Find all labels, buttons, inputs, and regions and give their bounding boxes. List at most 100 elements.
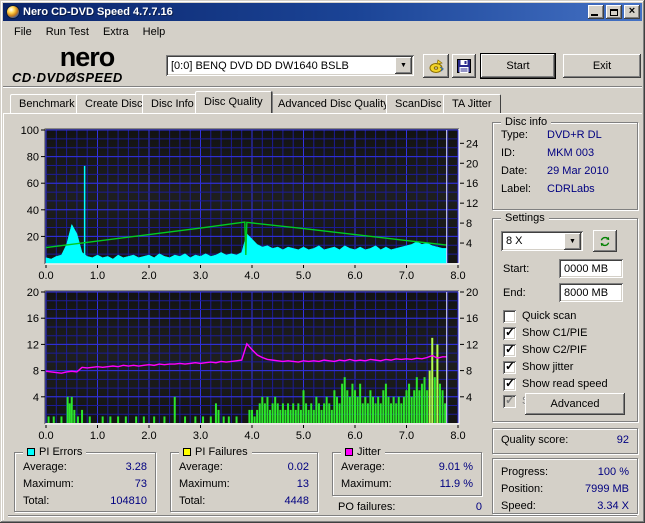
- save-button[interactable]: [452, 54, 476, 78]
- menu-run-test[interactable]: Run Test: [39, 24, 96, 40]
- checkbox-show-c1-pie[interactable]: Show C1/PIE: [503, 325, 587, 340]
- scan-speed-arrow[interactable]: ▼: [564, 232, 581, 250]
- svg-text:4: 4: [466, 238, 472, 250]
- title-bar: Nero CD-DVD Speed 4.7.7.16 ×: [3, 3, 642, 21]
- disc-info-group: Disc info Type: DVD+R DL ID: MKM 003 Date:…: [492, 116, 638, 210]
- po-failures-row: PO failures: 0: [338, 501, 482, 513]
- settings-title: Settings: [505, 212, 545, 224]
- pi-errors-title: PI Errors: [39, 446, 83, 458]
- svg-text:20: 20: [27, 287, 39, 299]
- checkbox-icon: [503, 359, 516, 374]
- svg-text:8: 8: [466, 218, 472, 230]
- refresh-icon: [600, 236, 610, 246]
- disc-info-row: Date: 29 Mar 2010: [501, 165, 609, 177]
- disc-info-title: Disc info: [505, 116, 548, 128]
- tab-disc-quality[interactable]: Disc Quality: [195, 91, 272, 113]
- svg-text:2.0: 2.0: [141, 270, 156, 281]
- menu-help[interactable]: Help: [136, 24, 173, 40]
- svg-text:80: 80: [27, 152, 39, 164]
- svg-text:0.0: 0.0: [38, 430, 53, 441]
- bottom-separator: [8, 515, 637, 517]
- checkbox-quick-scan[interactable]: Quick scan: [503, 309, 576, 323]
- maximize-icon: [610, 8, 618, 16]
- tab-benchmark[interactable]: Benchmark: [10, 94, 84, 113]
- svg-text:24: 24: [466, 138, 478, 150]
- tab-strip: Benchmark Create Disc Disc Info Disc Qua…: [8, 91, 642, 113]
- exit-button[interactable]: Exit: [563, 54, 641, 78]
- eject-disc-button[interactable]: [423, 54, 449, 78]
- svg-text:8.0: 8.0: [450, 430, 465, 441]
- svg-text:0.0: 0.0: [38, 270, 53, 281]
- disc-info-row: ID: MKM 003: [501, 147, 595, 159]
- checkbox-icon: [503, 309, 516, 323]
- checkbox-icon: [503, 376, 516, 391]
- disc-info-row: Type: DVD+R DL: [501, 129, 602, 141]
- drive-select-value: [0:0] BENQ DVD DD DW1640 BSLB: [171, 59, 349, 72]
- svg-text:5.0: 5.0: [296, 270, 311, 281]
- progress-row: Position: 7999 MB: [501, 483, 629, 495]
- svg-text:2.0: 2.0: [141, 430, 156, 441]
- svg-text:1.0: 1.0: [90, 270, 105, 281]
- stat-row: Average: 0.02: [179, 461, 309, 473]
- window-title: Nero CD-DVD Speed 4.7.7.16: [23, 6, 173, 18]
- stat-row: Total: 4448: [179, 495, 309, 507]
- tab-create-disc[interactable]: Create Disc: [76, 94, 152, 113]
- stat-row: Maximum: 13: [179, 478, 309, 490]
- svg-text:20: 20: [466, 158, 478, 170]
- disc-info-row: Label: CDRLabs: [501, 183, 595, 195]
- quality-score-value: 92: [616, 434, 629, 446]
- pi-errors-group: PI Errors Average: 3.28 Maximum: 73 Total:…: [14, 446, 156, 512]
- end-field[interactable]: 8000 MB: [559, 283, 623, 302]
- pi-failures-legend-swatch: [183, 448, 191, 456]
- minimize-button[interactable]: [588, 5, 604, 19]
- svg-text:20: 20: [27, 231, 39, 243]
- scan-speed-select[interactable]: 8 X ▼: [501, 231, 583, 251]
- jitter-title: Jitter: [357, 446, 381, 458]
- svg-text:4: 4: [466, 392, 472, 404]
- settings-group: Settings 8 X ▼ Start: 0000 MB End: 8000 …: [492, 212, 638, 422]
- pi-failures-group: PI Failures Average: 0.02 Maximum: 13 Tota…: [170, 446, 318, 512]
- refresh-button[interactable]: [593, 230, 617, 252]
- app-window: Nero CD-DVD Speed 4.7.7.16 × File Run Te…: [0, 0, 645, 523]
- checkbox-icon: [503, 393, 516, 408]
- svg-text:6.0: 6.0: [347, 270, 362, 281]
- stat-row: Maximum: 73: [23, 478, 147, 490]
- svg-text:16: 16: [27, 313, 39, 325]
- svg-text:12: 12: [466, 339, 478, 351]
- checkbox-show-jitter[interactable]: Show jitter: [503, 359, 573, 374]
- menu-extra[interactable]: Extra: [96, 24, 136, 40]
- stat-row: Total: 104810: [23, 495, 147, 507]
- menu-file[interactable]: File: [7, 24, 39, 40]
- svg-text:4.0: 4.0: [244, 430, 259, 441]
- pi-failures-title: PI Failures: [195, 446, 248, 458]
- progress-panel: Progress: 100 % Position: 7999 MB Speed: 3.…: [492, 458, 638, 514]
- advanced-button[interactable]: Advanced: [525, 393, 625, 415]
- quality-score-panel: Quality score: 92: [492, 428, 638, 454]
- stat-row: Average: 9.01 %: [341, 461, 473, 473]
- drive-select-arrow[interactable]: ▼: [395, 57, 412, 74]
- svg-text:3.0: 3.0: [193, 270, 208, 281]
- chevron-down-icon: ▼: [569, 237, 576, 245]
- svg-text:60: 60: [27, 178, 39, 190]
- start-button[interactable]: Start: [481, 54, 555, 78]
- pi-failures-jitter-chart: 4 8 12 16 20 4 8 12 16 20 0.0 1.0 2.0 3.0 4.0 5.0 6.0 7.0…: [10, 281, 486, 441]
- tab-scandisc[interactable]: ScanDisc: [386, 94, 451, 113]
- scan-speed-value: 8 X: [506, 235, 523, 247]
- disc-eject-icon: [429, 58, 444, 73]
- close-button[interactable]: ×: [624, 5, 640, 19]
- quality-score-label: Quality score:: [501, 434, 569, 446]
- svg-text:7.0: 7.0: [399, 270, 414, 281]
- svg-text:8: 8: [466, 366, 472, 378]
- maximize-button[interactable]: [606, 5, 622, 19]
- pi-errors-legend-swatch: [27, 448, 35, 456]
- nero-logo: nero CD·DVDØSPEED: [12, 42, 123, 85]
- drive-select[interactable]: [0:0] BENQ DVD DD DW1640 BSLB ▼: [166, 55, 414, 76]
- chevron-down-icon: ▼: [400, 62, 407, 69]
- checkbox-show-c2-pif[interactable]: Show C2/PIF: [503, 342, 587, 357]
- start-field[interactable]: 0000 MB: [559, 259, 623, 278]
- tab-ta-jitter[interactable]: TA Jitter: [443, 94, 501, 113]
- checkbox-show-read-speed[interactable]: Show read speed: [503, 376, 608, 391]
- tab-advanced-disc-quality[interactable]: Advanced Disc Quality: [269, 94, 398, 113]
- tab-disc-info[interactable]: Disc Info: [142, 94, 203, 113]
- start-field-label: Start:: [503, 263, 530, 275]
